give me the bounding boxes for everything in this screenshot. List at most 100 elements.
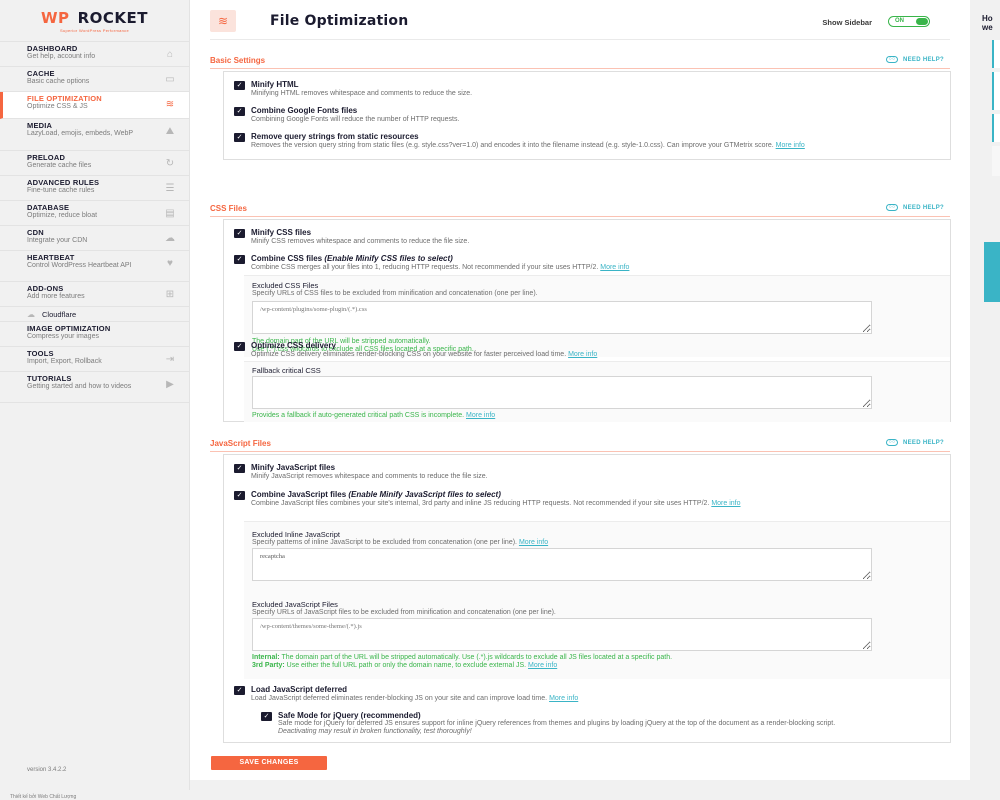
javascript-files-box: ✓ Minify JavaScript files Minify JavaScr… (223, 454, 951, 743)
minify-js-checkbox[interactable]: ✓ (234, 464, 245, 473)
help-card[interactable] (992, 72, 1000, 110)
more-info-link[interactable]: More info (466, 412, 495, 419)
option-title: Minify HTML (251, 80, 299, 89)
optimize-css-checkbox[interactable]: ✓ (234, 342, 245, 351)
sidebar-item-desc: Fine-tune cache rules (27, 187, 95, 194)
more-info-link[interactable]: More info (600, 264, 629, 271)
need-help-button[interactable]: ○○ NEED HELP? (885, 439, 944, 446)
sidebar-item-title: TOOLS (27, 349, 54, 358)
sidebar-item-title: FILE OPTIMIZATION (27, 94, 102, 103)
logo-rocket-text: ROCKET (77, 8, 148, 27)
google-fonts-checkbox[interactable]: ✓ (234, 107, 245, 116)
database-icon: ▤ (165, 208, 175, 219)
sidebar-item-image-optimization[interactable]: IMAGE OPTIMIZATION Compress your images (0, 322, 189, 347)
sidebar-item-title: PRELOAD (27, 153, 66, 162)
more-info-link[interactable]: More info (568, 351, 597, 358)
sidebar-item-title: DATABASE (27, 203, 70, 212)
sidebar-item-media[interactable]: MEDIA LazyLoad, emojis, embeds, WebP ⛰ (0, 119, 189, 151)
help-card[interactable] (992, 114, 1000, 142)
option-desc: Combining Google Fonts will reduce the n… (251, 116, 460, 123)
option-title: Combine CSS files (Enable Minify CSS fil… (251, 254, 453, 263)
section-title: Basic Settings (210, 56, 266, 65)
show-sidebar-toggle[interactable]: ON (888, 16, 930, 27)
list-icon: ☰ (165, 183, 175, 194)
sidebar-item-desc: Import, Export, Rollback (27, 358, 102, 365)
section-title: CSS Files (210, 204, 247, 213)
more-info-link[interactable]: More info (711, 500, 740, 507)
refresh-icon: ↻ (165, 158, 175, 169)
field-desc: Specify URLs of JavaScript files to be e… (252, 609, 556, 616)
sidebar-item-preload[interactable]: PRELOAD Generate cache files ↻ (0, 151, 189, 176)
css-files-box: ✓ Minify CSS files Minify CSS removes wh… (223, 219, 951, 422)
more-info-link[interactable]: More info (519, 539, 548, 546)
fallback-css-panel: Fallback critical CSS Provides a fallbac… (244, 361, 950, 422)
minify-css-checkbox[interactable]: ✓ (234, 229, 245, 238)
excluded-js-note: Internal: The domain part of the URL wil… (252, 654, 673, 669)
sidebar-item-advanced-rules[interactable]: ADVANCED RULES Fine-tune cache rules ☰ (0, 176, 189, 201)
excluded-css-textarea[interactable] (252, 301, 872, 334)
safe-mode-jquery-checkbox[interactable]: ✓ (261, 712, 272, 721)
file-optimization-icon: ≋ (210, 10, 236, 32)
cloud-icon: ☁ (27, 309, 35, 319)
main-content: ≋ File Optimization Show Sidebar ON Basi… (190, 0, 970, 780)
excluded-js-textarea[interactable] (252, 618, 872, 651)
sidebar-item-file-optimization[interactable]: FILE OPTIMIZATION Optimize CSS & JS ≋ (0, 92, 189, 119)
sidebar-item-title: CDN (27, 228, 44, 237)
save-changes-button[interactable]: SAVE CHANGES (211, 756, 327, 770)
sidebar-item-database[interactable]: DATABASE Optimize, reduce bloat ▤ (0, 201, 189, 226)
sidebar-item-heartbeat[interactable]: HEARTBEAT Control WordPress Heartbeat API… (0, 251, 189, 282)
help-cta-panel[interactable] (984, 242, 1000, 302)
more-info-link[interactable]: More info (549, 695, 578, 702)
section-divider (210, 68, 950, 69)
show-sidebar-label: Show Sidebar (822, 18, 872, 27)
sidebar-item-title: ADD-ONS (27, 284, 64, 293)
need-help-button[interactable]: ○○ NEED HELP? (885, 56, 944, 63)
help-icon: ○○ (885, 439, 898, 446)
minify-html-checkbox[interactable]: ✓ (234, 81, 245, 90)
sidebar-item-title: ADVANCED RULES (27, 178, 100, 187)
section-divider (210, 216, 950, 217)
excluded-js-panel: Excluded Inline JavaScript Specify patte… (244, 521, 950, 679)
sidebar-item-title: IMAGE OPTIMIZATION (27, 324, 111, 333)
sidebar-item-desc: LazyLoad, emojis, embeds, WebP (27, 130, 134, 137)
sidebar-item-tutorials[interactable]: TUTORIALS Getting started and how to vide… (0, 372, 189, 403)
sidebar-item-cloudflare[interactable]: ☁ Cloudflare (0, 307, 189, 322)
help-icon: ○○ (885, 204, 898, 211)
need-help-button[interactable]: ○○ NEED HELP? (885, 204, 944, 211)
toggle-knob (916, 18, 928, 25)
fallback-css-textarea[interactable] (252, 376, 872, 409)
more-info-link[interactable]: More info (528, 662, 557, 669)
sidebar-item-add-ons[interactable]: ADD-ONS Add more features ⊞ (0, 282, 189, 307)
option-title: Minify CSS files (251, 228, 312, 237)
basic-settings-box: ✓ Minify HTML Minifying HTML removes whi… (223, 71, 951, 160)
field-desc: Specify patterns of inline JavaScript to… (252, 539, 549, 546)
sidebar-item-cdn[interactable]: CDN Integrate your CDN ☁ (0, 226, 189, 251)
page-header: ≋ File Optimization Show Sidebar ON (210, 0, 950, 40)
layers-icon: ≋ (165, 99, 175, 110)
help-card[interactable] (992, 40, 1000, 68)
sidebar-item-desc: Optimize, reduce bloat (27, 212, 98, 219)
sidebar-item-desc: Optimize CSS & JS (27, 103, 88, 110)
help-card[interactable] (992, 146, 1000, 176)
combine-css-checkbox[interactable]: ✓ (234, 255, 245, 264)
sidebar-item-title: CACHE (27, 69, 55, 78)
sidebar-item-tools[interactable]: TOOLS Import, Export, Rollback ⇥ (0, 347, 189, 372)
toggle-state: ON (895, 18, 904, 24)
option-title: Combine JavaScript files (Enable Minify … (251, 490, 501, 499)
more-info-link[interactable]: More info (776, 142, 805, 149)
sidebar-item-cache[interactable]: CACHE Basic cache options ▭ (0, 67, 189, 92)
need-help-label: NEED HELP? (902, 439, 944, 446)
excluded-inline-js-textarea[interactable]: recaptcha (252, 548, 872, 581)
defer-js-checkbox[interactable]: ✓ (234, 686, 245, 695)
query-strings-checkbox[interactable]: ✓ (234, 133, 245, 142)
sidebar-item-desc: Get help, account info (27, 53, 96, 60)
section-divider (210, 451, 950, 452)
need-help-label: NEED HELP? (902, 204, 944, 211)
option-title: Optimize CSS delivery (251, 341, 336, 350)
option-title: Safe Mode for jQuery (recommended) (278, 711, 421, 720)
sidebar-item-dashboard[interactable]: DASHBOARD Get help, account info ⌂ (0, 42, 189, 67)
option-desc: Load JavaScript deferred eliminates rend… (251, 695, 579, 702)
need-help-label: NEED HELP? (902, 56, 944, 63)
wp-rocket-logo[interactable]: WP ROCKET Superior WordPress Performance (0, 0, 189, 42)
combine-js-checkbox[interactable]: ✓ (234, 491, 245, 500)
